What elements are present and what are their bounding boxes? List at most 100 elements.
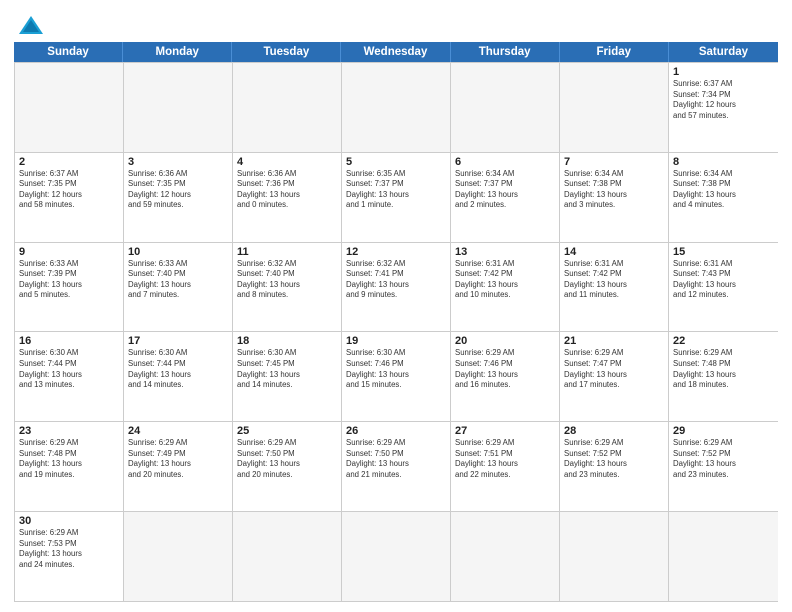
calendar-cell: 7Sunrise: 6:34 AM Sunset: 7:38 PM Daylig… [560, 153, 669, 242]
day-info: Sunrise: 6:33 AM Sunset: 7:40 PM Dayligh… [128, 259, 228, 301]
day-info: Sunrise: 6:31 AM Sunset: 7:42 PM Dayligh… [564, 259, 664, 301]
day-info: Sunrise: 6:30 AM Sunset: 7:46 PM Dayligh… [346, 348, 446, 390]
day-info: Sunrise: 6:31 AM Sunset: 7:42 PM Dayligh… [455, 259, 555, 301]
calendar-cell [451, 512, 560, 601]
day-info: Sunrise: 6:29 AM Sunset: 7:51 PM Dayligh… [455, 438, 555, 480]
day-number: 30 [19, 515, 119, 527]
day-info: Sunrise: 6:29 AM Sunset: 7:52 PM Dayligh… [673, 438, 774, 480]
calendar-row-2: 9Sunrise: 6:33 AM Sunset: 7:39 PM Daylig… [15, 243, 778, 333]
calendar-cell: 14Sunrise: 6:31 AM Sunset: 7:42 PM Dayli… [560, 243, 669, 332]
calendar-cell: 17Sunrise: 6:30 AM Sunset: 7:44 PM Dayli… [124, 332, 233, 421]
day-number: 27 [455, 425, 555, 437]
day-info: Sunrise: 6:36 AM Sunset: 7:36 PM Dayligh… [237, 169, 337, 211]
calendar-cell [342, 63, 451, 152]
calendar-row-5: 30Sunrise: 6:29 AM Sunset: 7:53 PM Dayli… [15, 512, 778, 602]
day-number: 1 [673, 66, 774, 78]
calendar-cell: 9Sunrise: 6:33 AM Sunset: 7:39 PM Daylig… [15, 243, 124, 332]
day-number: 20 [455, 335, 555, 347]
day-number: 2 [19, 156, 119, 168]
calendar-cell: 30Sunrise: 6:29 AM Sunset: 7:53 PM Dayli… [15, 512, 124, 601]
calendar-cell: 1Sunrise: 6:37 AM Sunset: 7:34 PM Daylig… [669, 63, 778, 152]
day-info: Sunrise: 6:29 AM Sunset: 7:50 PM Dayligh… [237, 438, 337, 480]
calendar-cell: 24Sunrise: 6:29 AM Sunset: 7:49 PM Dayli… [124, 422, 233, 511]
calendar-cell: 4Sunrise: 6:36 AM Sunset: 7:36 PM Daylig… [233, 153, 342, 242]
day-number: 11 [237, 246, 337, 258]
weekday-header-wednesday: Wednesday [341, 42, 450, 62]
weekday-header-thursday: Thursday [451, 42, 560, 62]
calendar-cell: 19Sunrise: 6:30 AM Sunset: 7:46 PM Dayli… [342, 332, 451, 421]
calendar-cell: 8Sunrise: 6:34 AM Sunset: 7:38 PM Daylig… [669, 153, 778, 242]
day-number: 18 [237, 335, 337, 347]
day-number: 21 [564, 335, 664, 347]
day-number: 14 [564, 246, 664, 258]
day-number: 10 [128, 246, 228, 258]
calendar-cell: 13Sunrise: 6:31 AM Sunset: 7:42 PM Dayli… [451, 243, 560, 332]
day-number: 8 [673, 156, 774, 168]
day-info: Sunrise: 6:34 AM Sunset: 7:38 PM Dayligh… [564, 169, 664, 211]
day-info: Sunrise: 6:29 AM Sunset: 7:48 PM Dayligh… [19, 438, 119, 480]
day-number: 5 [346, 156, 446, 168]
day-info: Sunrise: 6:34 AM Sunset: 7:38 PM Dayligh… [673, 169, 774, 211]
calendar-cell: 22Sunrise: 6:29 AM Sunset: 7:48 PM Dayli… [669, 332, 778, 421]
calendar-cell [233, 512, 342, 601]
day-info: Sunrise: 6:29 AM Sunset: 7:48 PM Dayligh… [673, 348, 774, 390]
day-number: 16 [19, 335, 119, 347]
day-info: Sunrise: 6:30 AM Sunset: 7:44 PM Dayligh… [128, 348, 228, 390]
day-info: Sunrise: 6:32 AM Sunset: 7:40 PM Dayligh… [237, 259, 337, 301]
day-info: Sunrise: 6:29 AM Sunset: 7:50 PM Dayligh… [346, 438, 446, 480]
calendar-cell: 21Sunrise: 6:29 AM Sunset: 7:47 PM Dayli… [560, 332, 669, 421]
calendar-cell [451, 63, 560, 152]
day-number: 23 [19, 425, 119, 437]
day-number: 19 [346, 335, 446, 347]
calendar-cell: 28Sunrise: 6:29 AM Sunset: 7:52 PM Dayli… [560, 422, 669, 511]
weekday-header-friday: Friday [560, 42, 669, 62]
weekday-header-monday: Monday [123, 42, 232, 62]
calendar-cell: 25Sunrise: 6:29 AM Sunset: 7:50 PM Dayli… [233, 422, 342, 511]
calendar-cell [560, 63, 669, 152]
calendar-cell [669, 512, 778, 601]
day-number: 17 [128, 335, 228, 347]
day-info: Sunrise: 6:36 AM Sunset: 7:35 PM Dayligh… [128, 169, 228, 211]
day-info: Sunrise: 6:29 AM Sunset: 7:52 PM Dayligh… [564, 438, 664, 480]
calendar-row-0: 1Sunrise: 6:37 AM Sunset: 7:34 PM Daylig… [15, 63, 778, 153]
calendar-cell: 16Sunrise: 6:30 AM Sunset: 7:44 PM Dayli… [15, 332, 124, 421]
calendar-cell [560, 512, 669, 601]
calendar-cell: 23Sunrise: 6:29 AM Sunset: 7:48 PM Dayli… [15, 422, 124, 511]
calendar-cell: 20Sunrise: 6:29 AM Sunset: 7:46 PM Dayli… [451, 332, 560, 421]
day-info: Sunrise: 6:32 AM Sunset: 7:41 PM Dayligh… [346, 259, 446, 301]
calendar-cell: 18Sunrise: 6:30 AM Sunset: 7:45 PM Dayli… [233, 332, 342, 421]
day-number: 6 [455, 156, 555, 168]
calendar-cell [124, 63, 233, 152]
calendar-cell [15, 63, 124, 152]
calendar-cell: 5Sunrise: 6:35 AM Sunset: 7:37 PM Daylig… [342, 153, 451, 242]
day-info: Sunrise: 6:29 AM Sunset: 7:49 PM Dayligh… [128, 438, 228, 480]
day-info: Sunrise: 6:31 AM Sunset: 7:43 PM Dayligh… [673, 259, 774, 301]
calendar-cell [233, 63, 342, 152]
page: SundayMondayTuesdayWednesdayThursdayFrid… [0, 0, 792, 612]
day-info: Sunrise: 6:37 AM Sunset: 7:35 PM Dayligh… [19, 169, 119, 211]
day-number: 24 [128, 425, 228, 437]
calendar: SundayMondayTuesdayWednesdayThursdayFrid… [14, 42, 778, 602]
weekday-header-sunday: Sunday [14, 42, 123, 62]
calendar-cell: 27Sunrise: 6:29 AM Sunset: 7:51 PM Dayli… [451, 422, 560, 511]
calendar-cell: 10Sunrise: 6:33 AM Sunset: 7:40 PM Dayli… [124, 243, 233, 332]
day-info: Sunrise: 6:35 AM Sunset: 7:37 PM Dayligh… [346, 169, 446, 211]
day-info: Sunrise: 6:33 AM Sunset: 7:39 PM Dayligh… [19, 259, 119, 301]
day-info: Sunrise: 6:29 AM Sunset: 7:46 PM Dayligh… [455, 348, 555, 390]
logo-icon [17, 14, 45, 36]
day-number: 9 [19, 246, 119, 258]
calendar-cell: 12Sunrise: 6:32 AM Sunset: 7:41 PM Dayli… [342, 243, 451, 332]
calendar-cell: 3Sunrise: 6:36 AM Sunset: 7:35 PM Daylig… [124, 153, 233, 242]
day-number: 4 [237, 156, 337, 168]
calendar-body: 1Sunrise: 6:37 AM Sunset: 7:34 PM Daylig… [14, 62, 778, 602]
day-info: Sunrise: 6:30 AM Sunset: 7:44 PM Dayligh… [19, 348, 119, 390]
calendar-row-1: 2Sunrise: 6:37 AM Sunset: 7:35 PM Daylig… [15, 153, 778, 243]
calendar-row-4: 23Sunrise: 6:29 AM Sunset: 7:48 PM Dayli… [15, 422, 778, 512]
calendar-cell: 29Sunrise: 6:29 AM Sunset: 7:52 PM Dayli… [669, 422, 778, 511]
day-info: Sunrise: 6:34 AM Sunset: 7:37 PM Dayligh… [455, 169, 555, 211]
calendar-cell: 6Sunrise: 6:34 AM Sunset: 7:37 PM Daylig… [451, 153, 560, 242]
day-number: 29 [673, 425, 774, 437]
day-info: Sunrise: 6:30 AM Sunset: 7:45 PM Dayligh… [237, 348, 337, 390]
logo [14, 14, 45, 36]
day-number: 26 [346, 425, 446, 437]
